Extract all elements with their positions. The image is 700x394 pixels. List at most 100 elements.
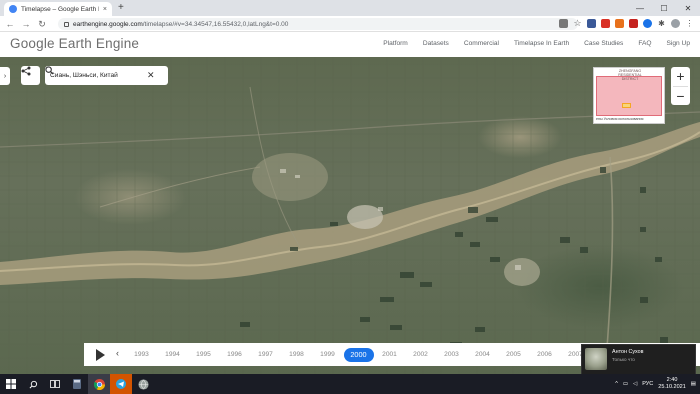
facebook-ext-icon[interactable] bbox=[587, 19, 596, 28]
year-active[interactable]: 2000 bbox=[343, 347, 374, 362]
globe-app-icon bbox=[137, 378, 149, 390]
nav-timelapse[interactable]: Timelapse In Earth bbox=[514, 40, 569, 47]
start-button[interactable] bbox=[0, 374, 22, 394]
notification-toast[interactable]: Антон Сухов Только что bbox=[581, 344, 696, 377]
blue-ext-icon[interactable] bbox=[643, 19, 652, 28]
close-window-button[interactable]: ✕ bbox=[676, 0, 700, 16]
network-icon[interactable]: ▭ bbox=[623, 381, 628, 387]
year-item[interactable]: 2003 bbox=[436, 351, 467, 358]
reload-icon[interactable]: ↻ bbox=[36, 18, 48, 30]
maximize-button[interactable]: ☐ bbox=[652, 0, 676, 16]
taskbar-calculator[interactable] bbox=[66, 374, 88, 394]
nav-faq[interactable]: FAQ bbox=[638, 40, 651, 47]
zoom-control: + − bbox=[671, 67, 690, 105]
earth-engine-favicon-icon bbox=[9, 5, 17, 13]
year-item[interactable]: 2001 bbox=[374, 351, 405, 358]
tray-chevron-icon[interactable]: ^ bbox=[615, 381, 618, 387]
menu-dots-icon[interactable]: ⋮ bbox=[685, 19, 694, 28]
search-input[interactable] bbox=[50, 72, 142, 79]
notification-avatar bbox=[585, 348, 607, 370]
clock-time: 2:40 bbox=[666, 377, 678, 383]
year-item[interactable]: 1993 bbox=[126, 351, 157, 358]
language-indicator[interactable]: РУС bbox=[642, 381, 653, 387]
previous-year-icon[interactable]: ‹ bbox=[116, 348, 119, 358]
year-item[interactable]: 2005 bbox=[498, 351, 529, 358]
year-item[interactable]: 1998 bbox=[281, 351, 312, 358]
minimize-button[interactable]: — bbox=[628, 0, 652, 16]
taskbar-app[interactable] bbox=[132, 374, 154, 394]
windows-logo-icon bbox=[6, 379, 16, 389]
search-icon bbox=[45, 66, 54, 75]
browser-tab[interactable]: Timelapse – Google Earth Engine × bbox=[4, 2, 112, 16]
tab-close-icon[interactable]: × bbox=[103, 6, 107, 13]
year-item[interactable]: 1999 bbox=[312, 351, 343, 358]
volume-icon[interactable]: ◁ bbox=[633, 381, 637, 387]
url-host: earthengine.google.com bbox=[73, 20, 143, 28]
google-earth-engine-logo[interactable]: Google Earth Engine bbox=[10, 36, 139, 51]
puzzle-icon[interactable]: ✱ bbox=[657, 19, 666, 28]
taskbar-search[interactable] bbox=[22, 374, 44, 394]
chrome-icon bbox=[93, 378, 105, 390]
minimap-footer: ены Условия использования bbox=[594, 116, 664, 123]
year-item[interactable]: 1996 bbox=[219, 351, 250, 358]
nav-platform[interactable]: Platform bbox=[383, 40, 408, 47]
new-tab-button[interactable]: + bbox=[118, 2, 124, 14]
tab-title: Timelapse – Google Earth Engine bbox=[21, 5, 99, 13]
profile-avatar-icon[interactable] bbox=[671, 19, 680, 28]
forward-arrow-icon[interactable]: → bbox=[20, 18, 32, 30]
nav-case-studies[interactable]: Case Studies bbox=[584, 40, 623, 47]
clock[interactable]: 2:40 25.10.2021 bbox=[658, 377, 686, 391]
year-item[interactable]: 1997 bbox=[250, 351, 281, 358]
browser-tab-bar: Timelapse – Google Earth Engine × + — ☐ … bbox=[0, 0, 700, 16]
notification-subtext: Только что bbox=[612, 357, 635, 362]
year-item[interactable]: 2004 bbox=[467, 351, 498, 358]
year-item[interactable]: 2006 bbox=[529, 351, 560, 358]
year-item[interactable]: 2002 bbox=[405, 351, 436, 358]
site-header: Google Earth Engine Platform Datasets Co… bbox=[0, 32, 700, 57]
nav-commercial[interactable]: Commercial bbox=[464, 40, 499, 47]
nav-datasets[interactable]: Datasets bbox=[423, 40, 449, 47]
site-nav: Platform Datasets Commercial Timelapse I… bbox=[368, 40, 690, 47]
window-controls: — ☐ ✕ bbox=[628, 0, 700, 16]
system-tray: ^ ▭ ◁ РУС 2:40 25.10.2021 ▤ bbox=[615, 374, 696, 394]
year-item[interactable]: 1995 bbox=[188, 351, 219, 358]
side-panel-toggle[interactable]: › bbox=[0, 67, 10, 85]
address-bar: ← → ↻ earthengine.google.com/timelapse/#… bbox=[0, 16, 700, 32]
year-item[interactable]: 1994 bbox=[157, 351, 188, 358]
taskbar-search-icon bbox=[29, 380, 37, 388]
taskbar-chrome[interactable] bbox=[88, 374, 110, 394]
task-view-button[interactable] bbox=[44, 374, 66, 394]
translate-icon[interactable] bbox=[559, 19, 568, 28]
youtube-ext-icon[interactable] bbox=[629, 19, 638, 28]
clear-search-icon[interactable]: ✕ bbox=[147, 70, 155, 81]
clock-date: 25.10.2021 bbox=[658, 384, 686, 390]
share-icon bbox=[21, 66, 31, 76]
play-icon[interactable] bbox=[96, 349, 105, 361]
minimap-district-area bbox=[596, 76, 662, 116]
satellite-map[interactable]: › ✕ ZHENGFANG RESIDENTIAL DISTRICT ены У… bbox=[0, 57, 700, 374]
back-arrow-icon[interactable]: ← bbox=[4, 18, 16, 30]
url-field[interactable]: earthengine.google.com/timelapse/#v=34.3… bbox=[58, 18, 578, 30]
red-ext-icon[interactable] bbox=[601, 19, 610, 28]
extensions-bar: ☆ ✱ ⋮ bbox=[559, 18, 694, 28]
zoom-out-button[interactable]: − bbox=[671, 87, 690, 106]
taskbar-telegram[interactable] bbox=[110, 374, 132, 394]
url-text: earthengine.google.com/timelapse/#v=34.3… bbox=[73, 21, 288, 28]
url-path: /timelapse/#v=34.34547,16.55432,0,latLng… bbox=[142, 20, 289, 28]
windows-taskbar: ^ ▭ ◁ РУС 2:40 25.10.2021 ▤ bbox=[0, 374, 700, 394]
year-list: 1993 1994 1995 1996 1997 1998 1999 2000 2001 2002… bbox=[126, 343, 591, 366]
zoom-in-button[interactable]: + bbox=[671, 67, 690, 86]
location-search[interactable]: ✕ bbox=[45, 66, 168, 85]
task-view-icon bbox=[50, 380, 60, 388]
calculator-icon bbox=[73, 379, 81, 389]
overview-minimap[interactable]: ZHENGFANG RESIDENTIAL DISTRICT ены Услов… bbox=[593, 67, 665, 124]
lock-icon bbox=[64, 21, 69, 27]
notification-sender: Антон Сухов bbox=[612, 349, 644, 355]
nav-sign-up[interactable]: Sign Up bbox=[667, 40, 690, 47]
minimap-viewport-marker bbox=[622, 103, 631, 108]
share-button[interactable] bbox=[21, 66, 40, 85]
minimap-label: ZHENGFANG RESIDENTIAL DISTRICT bbox=[618, 69, 642, 81]
star-icon[interactable]: ☆ bbox=[573, 18, 582, 28]
notifications-icon[interactable]: ▤ bbox=[691, 381, 696, 387]
orange-ext-icon[interactable] bbox=[615, 19, 624, 28]
